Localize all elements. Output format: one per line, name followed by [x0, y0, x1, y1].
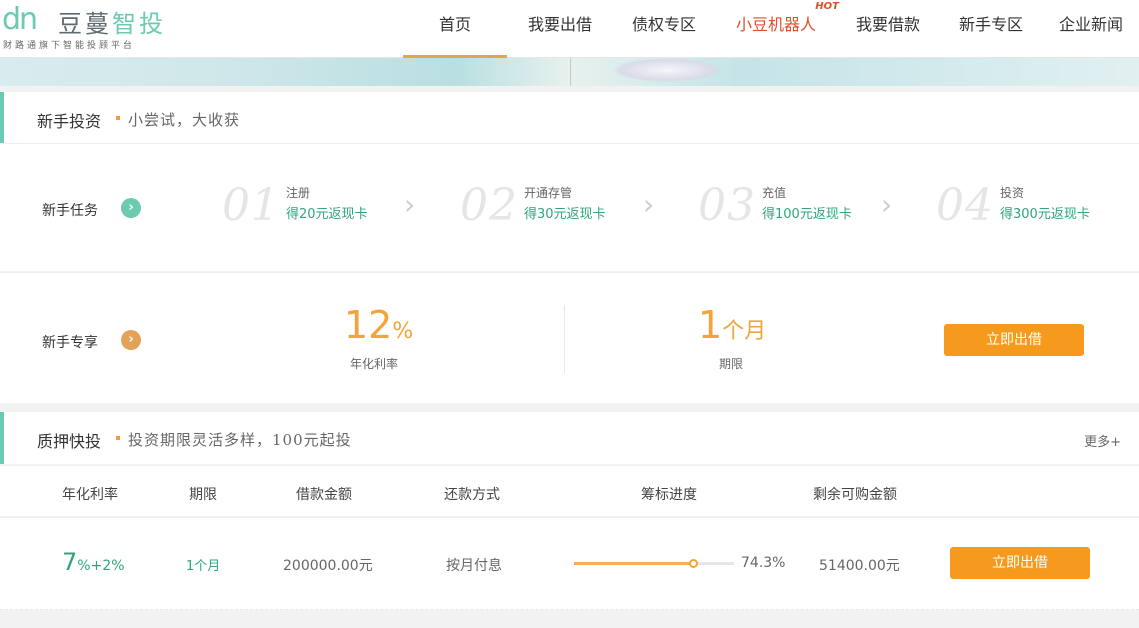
newbie-section-title: 新手投资	[37, 112, 102, 131]
newbie-lend-button[interactable]: 立即出借	[944, 324, 1084, 356]
exclusive-term-value: 1	[698, 303, 723, 347]
row-amount: 200000.00元	[283, 558, 373, 574]
row-rate-value: 7	[62, 548, 78, 576]
pledge-section-title: 质押快投	[37, 432, 102, 451]
row-rate-suffix: %+2%	[77, 558, 125, 574]
step-number: 02	[460, 180, 518, 231]
logo-name-a: 豆蔓	[58, 10, 112, 38]
exclusive-term-caption: 期限	[719, 357, 744, 371]
col-header-term: 期限	[189, 487, 217, 503]
newbie-task-card: 新手任务 › 01 注册 得20元返现卡 › 02 开通存管 得30元返现卡 ›…	[0, 143, 1139, 271]
exclusive-term-unit: 个月	[722, 319, 767, 344]
pledge-table-header	[0, 466, 1139, 516]
banner-divider	[570, 58, 571, 86]
nav-robot-label: 小豆机器人	[735, 15, 816, 34]
step-reward[interactable]: 得100元返现卡	[762, 203, 852, 222]
divider	[564, 305, 565, 373]
chevron-right-icon: ›	[881, 188, 893, 221]
progress-fill	[574, 562, 693, 565]
step-reward[interactable]: 得20元返现卡	[286, 203, 368, 222]
row-progress-text: 74.3%	[741, 555, 786, 571]
chevron-right-icon[interactable]: ›	[121, 198, 141, 218]
main-nav: 首页 我要出借 债权专区 小豆机器人 HOT 我要借款 新手专区 企业新闻	[403, 0, 1139, 58]
nav-home[interactable]: 首页	[403, 0, 507, 58]
exclusive-rate-value: 12	[344, 303, 393, 347]
newbie-exclusive-label: 新手专享	[42, 335, 98, 351]
hot-badge: HOT	[815, 1, 839, 12]
logo-name: 豆蔓智投	[58, 4, 166, 39]
row-rate: 7%+2%	[62, 548, 125, 576]
subtitle-dot	[116, 436, 120, 440]
pledge-section-header: 质押快投 投资期限灵活多样，100元起投 更多+	[0, 412, 1139, 464]
logo-name-b: 智投	[112, 10, 166, 38]
nav-lend[interactable]: 我要出借	[507, 0, 613, 58]
progress-knob	[689, 559, 698, 568]
exclusive-rate: 12%	[344, 305, 413, 352]
row-repay: 按月付息	[446, 558, 502, 574]
step-name: 开通存管	[524, 186, 573, 200]
col-header-remaining: 剩余可购金额	[813, 487, 897, 503]
exclusive-rate-caption: 年化利率	[350, 357, 399, 371]
nav-newbie-zone[interactable]: 新手专区	[939, 0, 1043, 58]
nav-news[interactable]: 企业新闻	[1043, 0, 1139, 58]
banner-robot-image	[612, 58, 722, 82]
site-header: dn 豆蔓智投 财路通旗下智能投顾平台 首页 我要出借 债权专区 小豆机器人 H…	[0, 0, 1139, 58]
step-name: 充值	[762, 186, 787, 200]
newbie-task-label: 新手任务	[42, 203, 98, 219]
newbie-exclusive-card: 新手专享 › 12% 年化利率 1个月 期限 立即出借	[0, 272, 1139, 403]
step-name: 注册	[286, 186, 311, 200]
pledge-section-subtitle: 投资期限灵活多样，100元起投	[128, 431, 352, 449]
logo-slogan: 财路通旗下智能投顾平台	[3, 41, 136, 51]
step-reward[interactable]: 得300元返现卡	[1000, 203, 1090, 222]
logo-mark: dn	[2, 2, 38, 37]
newbie-section-subtitle: 小尝试，大收获	[128, 111, 241, 129]
exclusive-term: 1个月	[698, 305, 766, 352]
row-term: 1个月	[186, 559, 221, 574]
step-reward[interactable]: 得30元返现卡	[524, 203, 606, 222]
nav-debt-zone[interactable]: 债权专区	[613, 0, 715, 58]
chevron-right-icon: ›	[643, 188, 655, 221]
row-lend-button[interactable]: 立即出借	[950, 547, 1090, 579]
subtitle-dot	[116, 116, 120, 120]
exclusive-rate-unit: %	[392, 319, 414, 344]
logo[interactable]: dn 豆蔓智投 财路通旗下智能投顾平台	[0, 2, 180, 54]
col-header-progress: 筹标进度	[641, 487, 697, 503]
col-header-rate: 年化利率	[62, 487, 118, 503]
newbie-section-header: 新手投资 小尝试，大收获	[0, 92, 1139, 144]
step-number: 01	[222, 180, 280, 231]
progress-bar	[574, 559, 734, 568]
step-number: 03	[698, 180, 756, 231]
nav-borrow[interactable]: 我要借款	[837, 0, 939, 58]
step-number: 04	[936, 180, 994, 231]
col-header-amount: 借款金额	[296, 487, 352, 503]
col-header-repay: 还款方式	[444, 487, 500, 503]
chevron-right-icon: ›	[404, 188, 416, 221]
nav-robot[interactable]: 小豆机器人 HOT	[715, 0, 839, 58]
more-link[interactable]: 更多+	[1084, 431, 1121, 450]
step-name: 投资	[1000, 186, 1025, 200]
row-remaining: 51400.00元	[819, 558, 900, 574]
chevron-right-icon[interactable]: ›	[121, 330, 141, 350]
